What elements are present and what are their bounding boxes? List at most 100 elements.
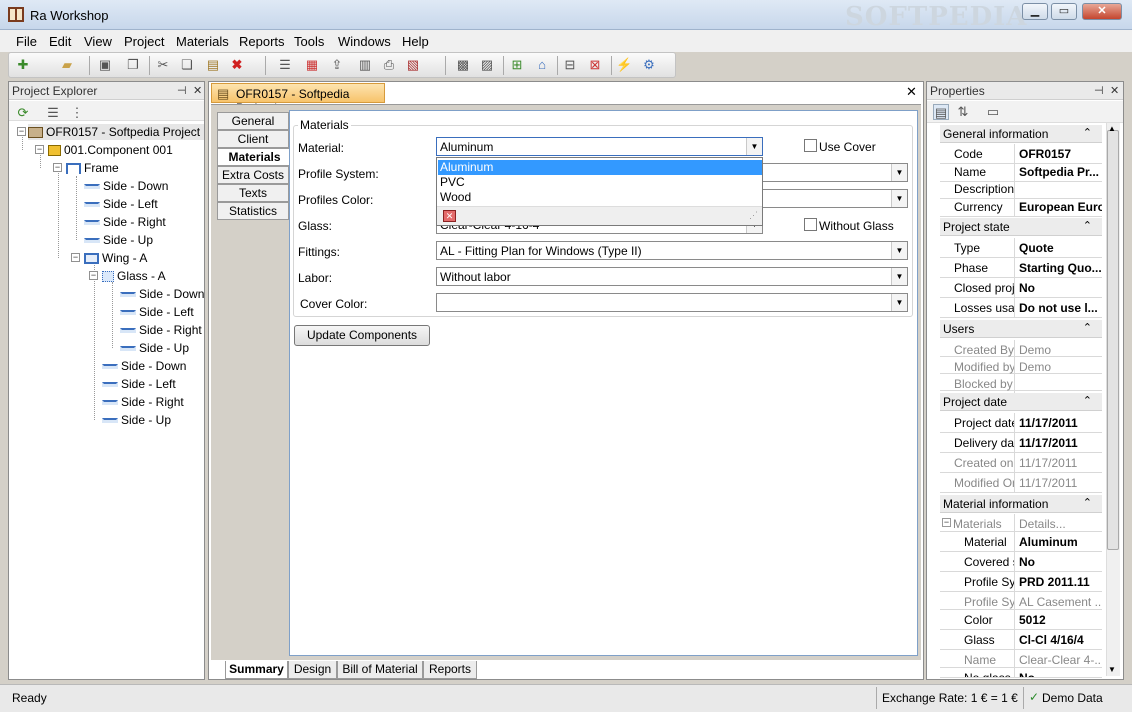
collapse-icon[interactable]: ⌃ [1083,219,1092,232]
print-setup-icon[interactable]: ▧ [405,57,421,73]
chevron-down-icon[interactable]: ▼ [746,138,762,155]
collapse-icon[interactable]: ⌃ [1083,126,1092,139]
property-value[interactable]: PRD 2011.11 [1016,572,1102,591]
clear-icon[interactable]: ✕ [443,210,456,222]
dropdown-option[interactable]: Wood [438,190,762,205]
scroll-up-icon[interactable]: ▲ [1108,124,1116,133]
menu-tools[interactable]: Tools [294,34,324,49]
tree-node-side[interactable]: Side - Up [84,232,153,248]
tab-reports[interactable]: Reports [423,661,477,679]
tree-node-side[interactable]: Side - Right [102,394,184,410]
close-panel-icon[interactable]: ✕ [1110,84,1119,97]
tab-client[interactable]: Client [217,130,289,148]
tree-node-side[interactable]: Side - Down [120,286,204,302]
expand-toggle[interactable]: − [71,253,80,262]
tab-statistics[interactable]: Statistics [217,202,289,220]
property-value[interactable]: Cl-Cl 4/16/4 [1016,630,1102,649]
menu-materials[interactable]: Materials [176,34,229,49]
scrollbar-thumb[interactable] [1107,130,1119,550]
fittings-select[interactable]: AL - Fitting Plan for Windows (Type II) ▼ [436,241,908,260]
collapse-icon[interactable]: ⌃ [1083,321,1092,334]
document-tab[interactable]: ▤OFR0157 - Softpedia Project* [211,83,385,115]
menu-project[interactable]: Project [124,34,164,49]
menu-windows[interactable]: Windows [338,34,391,49]
paste-icon[interactable]: ▤ [205,57,221,73]
tree-node-side[interactable]: Side - Up [120,340,189,356]
tree-node-glass[interactable]: Glass - A [102,268,166,284]
tab-extra-costs[interactable]: Extra Costs [217,166,289,184]
export-icon[interactable]: ⇪ [329,57,345,73]
component-icon[interactable]: ⌂ [534,57,550,73]
scroll-down-icon[interactable]: ▼ [1108,665,1116,674]
properties-icon[interactable]: ☰ [277,57,293,73]
refresh-icon[interactable]: ⟳ [15,105,31,121]
menu-reports[interactable]: Reports [239,34,285,49]
pin-icon[interactable]: ⊣ [177,84,187,97]
close-window-button[interactable]: ✕ [1082,3,1122,20]
dropdown-option[interactable]: PVC [438,175,762,190]
property-value[interactable]: European Euro [1016,197,1102,216]
delete-icon[interactable]: ✖ [229,57,245,73]
new-icon[interactable]: ✚ [15,57,31,73]
tree-node-side[interactable]: Side - Left [102,376,176,392]
window-icon[interactable]: ⊟ [562,57,578,73]
tab-texts[interactable]: Texts [217,184,289,202]
chevron-down-icon[interactable]: ▼ [891,294,907,311]
preview-icon[interactable]: ▥ [357,57,373,73]
chevron-down-icon[interactable]: ▼ [891,164,907,181]
flash-icon[interactable]: ⚡ [616,57,632,73]
remove-window-icon[interactable]: ⊠ [587,57,603,73]
property-value[interactable]: 11/17/2011 [1016,413,1102,432]
cover-color-select[interactable]: ▼ [436,293,908,312]
options-icon[interactable]: ▨ [479,57,495,73]
close-document-icon[interactable]: ✕ [906,84,917,100]
tools-icon[interactable]: ⚙ [641,57,657,73]
menu-file[interactable]: File [16,34,37,49]
tree-node-wing[interactable]: Wing - A [84,250,147,266]
expand-toggle[interactable]: − [942,518,951,527]
property-value[interactable]: 5012 [1016,610,1102,629]
property-value[interactable]: Starting Quo... [1016,258,1102,277]
tab-general[interactable]: General [217,112,289,130]
calculator-icon[interactable]: ▩ [455,57,471,73]
tree-node-side[interactable]: Side - Right [120,322,202,338]
sort-alpha-icon[interactable]: ⇅ [955,104,971,120]
add-component-icon[interactable]: ⊞ [509,57,525,73]
copy-icon[interactable]: ❏ [179,57,195,73]
use-cover-checkbox[interactable] [804,139,817,152]
minimize-button[interactable]: ▁ [1022,3,1048,20]
tab-materials[interactable]: Materials [217,148,291,166]
expand-toggle[interactable]: − [17,127,26,136]
property-pages-icon[interactable]: ▭ [985,104,1001,120]
property-value[interactable]: No [1016,552,1102,571]
tree-node-side[interactable]: Side - Up [102,412,171,428]
tree-view-icon[interactable]: ⋮ [69,105,85,121]
update-components-button[interactable]: Update Components [294,325,430,346]
property-value[interactable]: OFR0157 [1016,144,1102,163]
tree-node-side[interactable]: Side - Left [120,304,194,320]
save-icon[interactable]: ▣ [97,57,113,73]
expand-toggle[interactable]: − [53,163,62,172]
collapse-icon[interactable]: ⌃ [1083,496,1092,509]
dropdown-option[interactable]: Aluminum [438,160,762,175]
without-glass-checkbox[interactable] [804,218,817,231]
tree-node-frame[interactable]: Frame [66,160,119,176]
close-panel-icon[interactable]: ✕ [193,84,202,97]
tab-bill-of-material[interactable]: Bill of Material [337,661,423,679]
property-value[interactable]: 11/17/2011 [1016,433,1102,452]
list-view-icon[interactable]: ☰ [45,105,61,121]
open-icon[interactable]: ▰ [59,57,75,73]
property-value[interactable]: Details... [1016,514,1102,533]
print-icon[interactable]: ⎙ [381,57,397,73]
menu-help[interactable]: Help [402,34,429,49]
tree-node-side[interactable]: Side - Down [102,358,186,374]
material-select[interactable]: Aluminum ▼ [436,137,763,156]
expand-toggle[interactable]: − [89,271,98,280]
cut-icon[interactable]: ✂ [155,57,171,73]
property-value[interactable]: Do not use l... [1016,298,1102,317]
chevron-down-icon[interactable]: ▼ [891,242,907,259]
report-icon[interactable]: ▦ [304,57,320,73]
property-value[interactable]: No [1016,668,1102,677]
maximize-button[interactable]: ▭ [1051,3,1077,20]
property-value[interactable]: Quote [1016,238,1102,257]
